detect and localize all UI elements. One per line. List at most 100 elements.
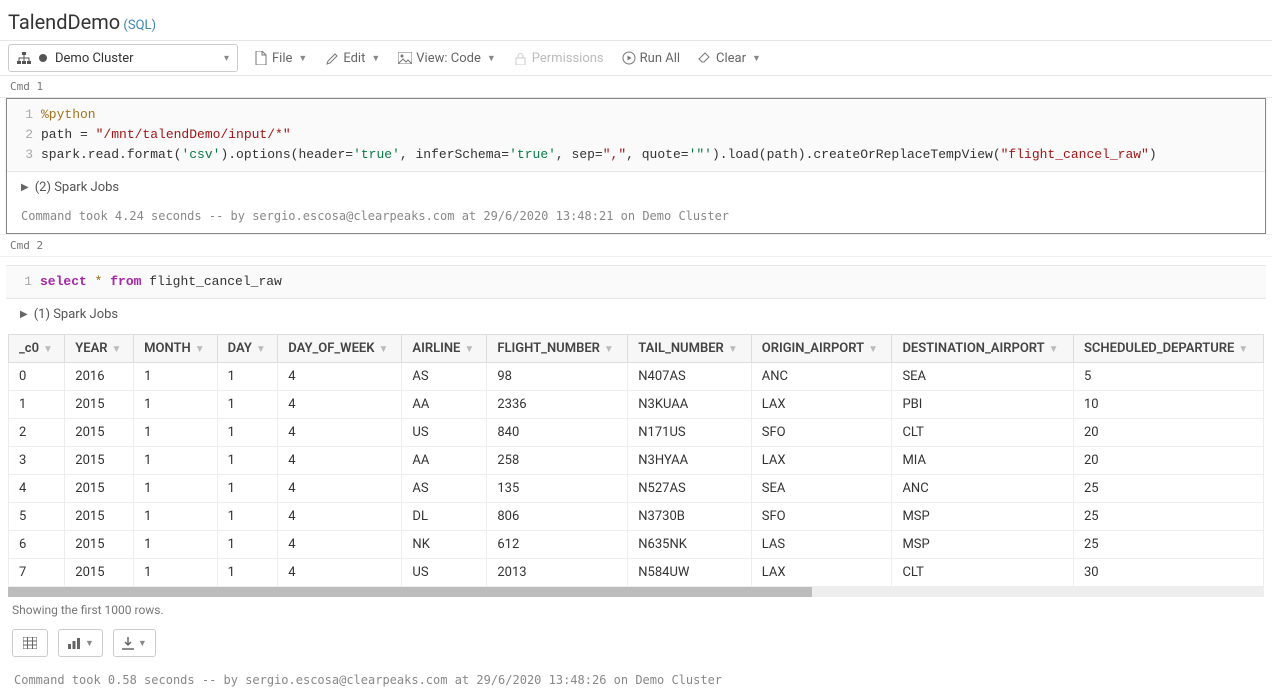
bar-chart-icon (67, 637, 81, 649)
table-cell: 4 (9, 475, 65, 503)
table-row[interactable]: 62015114NK612N635NKLASMSP25 (9, 531, 1264, 559)
table-row[interactable]: 22015114US840N171USSFOCLT20 (9, 419, 1264, 447)
table-cell: 1 (217, 531, 278, 559)
column-header[interactable]: SCHEDULED_DEPARTURE▼ (1073, 335, 1263, 363)
table-cell: 2336 (487, 391, 628, 419)
sort-icon: ▼ (43, 344, 53, 355)
table-cell: CLT (892, 559, 1074, 587)
edit-menu[interactable]: Edit ▼ (323, 47, 382, 70)
notebook-language[interactable]: (SQL) (123, 18, 156, 33)
table-cell: N3730B (628, 503, 751, 531)
table-header-row: _c0▼YEAR▼MONTH▼DAY▼DAY_OF_WEEK▼AIRLINE▼F… (9, 335, 1264, 363)
table-cell: 20 (1073, 447, 1263, 475)
table-row[interactable]: 02016114AS98N407ASANCSEA5 (9, 363, 1264, 391)
table-cell: AS (402, 475, 487, 503)
column-header[interactable]: MONTH▼ (134, 335, 218, 363)
spark-jobs-label: (2) Spark Jobs (35, 180, 119, 195)
image-icon (398, 52, 412, 64)
table-cell: 6 (9, 531, 65, 559)
table-cell: SFO (751, 503, 892, 531)
download-button[interactable]: ▼ (113, 629, 156, 657)
table-cell: MIA (892, 447, 1074, 475)
table-cell: 2015 (65, 559, 134, 587)
column-header[interactable]: TAIL_NUMBER▼ (628, 335, 751, 363)
table-cell: 3 (9, 447, 65, 475)
column-header[interactable]: AIRLINE▼ (402, 335, 487, 363)
sort-icon: ▼ (464, 344, 474, 355)
table-cell: 258 (487, 447, 628, 475)
table-cell: SFO (751, 419, 892, 447)
column-header[interactable]: YEAR▼ (65, 335, 134, 363)
column-header[interactable]: DAY_OF_WEEK▼ (278, 335, 402, 363)
table-cell: 4 (278, 475, 402, 503)
result-table: _c0▼YEAR▼MONTH▼DAY▼DAY_OF_WEEK▼AIRLINE▼F… (8, 334, 1264, 587)
eraser-icon (698, 52, 712, 64)
table-row[interactable]: 12015114AA2336N3KUAALAXPBI10 (9, 391, 1264, 419)
table-cell: 20 (1073, 419, 1263, 447)
cell-2: 1 select * from flight_cancel_raw ▶ (1) … (6, 265, 1266, 330)
sort-icon: ▼ (379, 344, 389, 355)
edit-label: Edit (343, 51, 365, 66)
table-cell: 2013 (487, 559, 628, 587)
cluster-selector[interactable]: Demo Cluster ▾ (8, 44, 238, 72)
table-cell: 10 (1073, 391, 1263, 419)
code-content: select * from flight_cancel_raw (40, 272, 1266, 292)
column-header[interactable]: DAY▼ (217, 335, 278, 363)
download-icon (122, 637, 134, 650)
table-cell: AA (402, 447, 487, 475)
file-menu[interactable]: File ▼ (252, 47, 309, 70)
table-cell: LAX (751, 559, 892, 587)
table-cell: 612 (487, 531, 628, 559)
permissions-button: Permissions (512, 47, 606, 70)
scrollbar-thumb[interactable] (8, 587, 812, 597)
horizontal-scrollbar[interactable] (8, 587, 1264, 597)
notebook-header: TalendDemo (SQL) (0, 0, 1272, 40)
table-cell: 4 (278, 363, 402, 391)
column-header[interactable]: ORIGIN_AIRPORT▼ (751, 335, 892, 363)
notebook-title: TalendDemo (8, 10, 120, 34)
cmd2-label: Cmd 2 (0, 234, 1272, 257)
table-cell: 2 (9, 419, 65, 447)
table-cell: 806 (487, 503, 628, 531)
table-cell: MSP (892, 503, 1074, 531)
chevron-down-icon: ▾ (224, 53, 229, 64)
run-all-label: Run All (640, 51, 680, 66)
permissions-label: Permissions (532, 51, 604, 66)
column-header[interactable]: FLIGHT_NUMBER▼ (487, 335, 628, 363)
table-cell: 4 (278, 447, 402, 475)
table-cell: LAX (751, 391, 892, 419)
table-cell: 1 (134, 559, 218, 587)
chart-view-button[interactable]: ▼ (58, 629, 103, 657)
run-all-button[interactable]: Run All (620, 47, 682, 70)
table-cell: 1 (217, 447, 278, 475)
grid-icon (23, 637, 37, 649)
table-cell: 4 (278, 391, 402, 419)
table-cell: 1 (217, 559, 278, 587)
table-cell: 5 (1073, 363, 1263, 391)
column-header[interactable]: _c0▼ (9, 335, 65, 363)
table-cell: 4 (278, 419, 402, 447)
table-row[interactable]: 52015114DL806N3730BSFOMSP25 (9, 503, 1264, 531)
table-row[interactable]: 32015114AA258N3HYAALAXMIA20 (9, 447, 1264, 475)
table-cell: 2015 (65, 475, 134, 503)
table-cell: 1 (134, 363, 218, 391)
code-editor-2[interactable]: 1 select * from flight_cancel_raw (6, 265, 1266, 299)
table-row[interactable]: 72015114US2013N584UWLAXCLT30 (9, 559, 1264, 587)
result-table-container: _c0▼YEAR▼MONTH▼DAY▼DAY_OF_WEEK▼AIRLINE▼F… (8, 334, 1264, 587)
table-view-button[interactable] (12, 629, 48, 657)
code-editor-1[interactable]: 123 %python path = "/mnt/talendDemo/inpu… (7, 99, 1265, 172)
table-row[interactable]: 42015114AS135N527ASSEAANC25 (9, 475, 1264, 503)
table-cell: 1 (134, 475, 218, 503)
spark-jobs-expander-2[interactable]: ▶ (1) Spark Jobs (6, 299, 1266, 330)
clear-menu[interactable]: Clear ▼ (696, 47, 763, 70)
spark-jobs-expander-1[interactable]: ▶ (2) Spark Jobs (7, 172, 1265, 203)
table-cell: N171US (628, 419, 751, 447)
table-cell: 1 (9, 391, 65, 419)
result-actions: ▼ ▼ (0, 623, 1272, 667)
line-gutter: 1 (6, 272, 40, 292)
column-header[interactable]: DESTINATION_AIRPORT▼ (892, 335, 1074, 363)
table-cell: 1 (134, 391, 218, 419)
view-menu[interactable]: View: Code ▼ (396, 47, 498, 70)
table-cell: MSP (892, 531, 1074, 559)
caret-down-icon: ▼ (298, 53, 307, 64)
